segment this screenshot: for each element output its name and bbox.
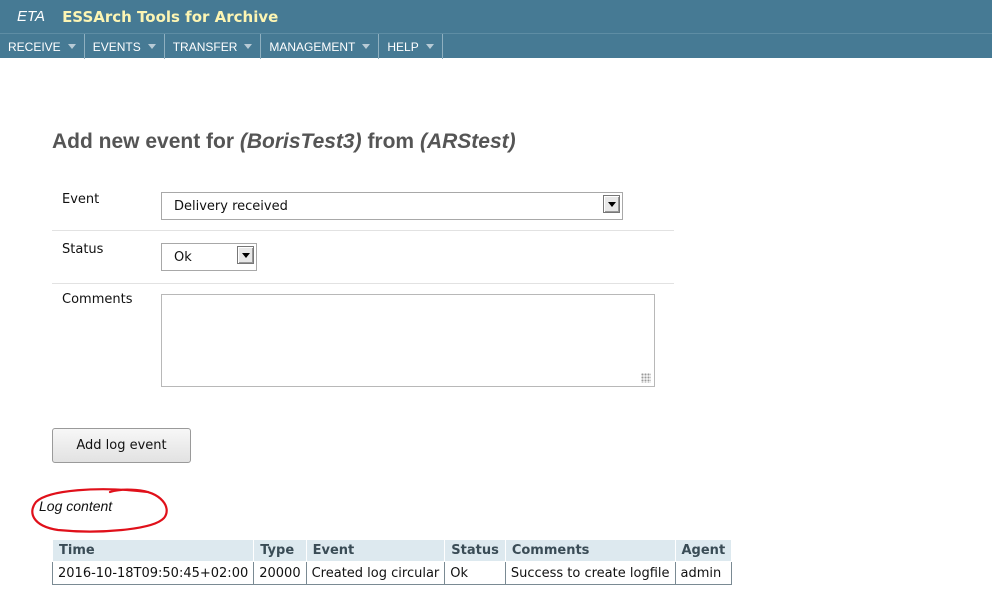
page-title-prefix: Add new event for — [52, 130, 240, 153]
nav-help-label: HELP — [387, 39, 419, 54]
cell-type: 20000 — [253, 561, 307, 585]
status-label: Status — [62, 242, 104, 257]
col-type[interactable]: Type — [253, 539, 307, 562]
resize-grip-icon[interactable] — [641, 373, 651, 383]
nav-management[interactable]: MANAGEMENT — [261, 34, 380, 59]
log-table-header-row: Time Type Event Status Comments Agent — [51, 539, 733, 562]
table-row[interactable]: 2016-10-18T09:50:45+02:00 20000 Created … — [51, 561, 733, 585]
cell-event: Created log circular — [305, 561, 446, 585]
chevron-down-icon — [425, 44, 434, 49]
status-select[interactable]: Ok — [161, 243, 257, 271]
nav-events[interactable]: EVENTS — [85, 34, 165, 59]
nav-receive[interactable]: RECEIVE — [0, 34, 85, 59]
cell-time: 2016-10-18T09:50:45+02:00 — [51, 561, 255, 585]
comments-textarea[interactable] — [161, 294, 655, 387]
chevron-down-icon — [67, 44, 76, 49]
app-short-name[interactable]: ETA — [17, 8, 45, 25]
nav-transfer-label: TRANSFER — [172, 39, 238, 54]
form-divider — [52, 283, 674, 284]
col-event[interactable]: Event — [305, 539, 446, 562]
dropdown-arrow-icon[interactable] — [237, 246, 254, 264]
log-table: Time Type Event Status Comments Agent 20… — [51, 539, 733, 585]
page-title-source: (ARStest) — [419, 130, 516, 153]
status-select-value: Ok — [174, 250, 192, 265]
brand: ETA ESSArch Tools for Archive — [0, 0, 278, 33]
form-divider — [52, 230, 674, 231]
chevron-down-icon — [244, 44, 253, 49]
page-title-ip: (BorisTest3) — [239, 130, 362, 153]
dropdown-arrow-icon[interactable] — [603, 195, 620, 213]
cell-agent: admin — [674, 561, 733, 585]
col-status[interactable]: Status — [444, 539, 506, 562]
col-agent[interactable]: Agent — [674, 539, 733, 562]
nav-receive-label: RECEIVE — [8, 39, 61, 54]
add-log-event-button[interactable]: Add log event — [52, 428, 191, 463]
col-comments[interactable]: Comments — [504, 539, 676, 562]
app-title[interactable]: ESSArch Tools for Archive — [62, 8, 278, 26]
cell-comments: Success to create logfile — [504, 561, 676, 585]
nav-management-label: MANAGEMENT — [269, 39, 356, 54]
comments-label: Comments — [62, 292, 133, 307]
nav-transfer[interactable]: TRANSFER — [165, 34, 262, 59]
nav-help[interactable]: HELP — [379, 34, 443, 59]
main-nav: RECEIVE EVENTS TRANSFER MANAGEMENT HELP — [0, 33, 992, 59]
col-time[interactable]: Time — [51, 539, 255, 562]
page-title: Add new event for (BorisTest3) from (ARS… — [52, 130, 516, 154]
log-content-heading: Log content — [39, 498, 113, 514]
chevron-down-icon — [362, 44, 371, 49]
nav-events-label: EVENTS — [92, 39, 141, 54]
page-title-from: from — [361, 130, 420, 153]
cell-status: Ok — [444, 561, 506, 585]
chevron-down-icon — [147, 44, 156, 49]
event-select[interactable]: Delivery received — [161, 192, 623, 220]
event-select-value: Delivery received — [174, 199, 288, 214]
event-label: Event — [62, 192, 100, 207]
